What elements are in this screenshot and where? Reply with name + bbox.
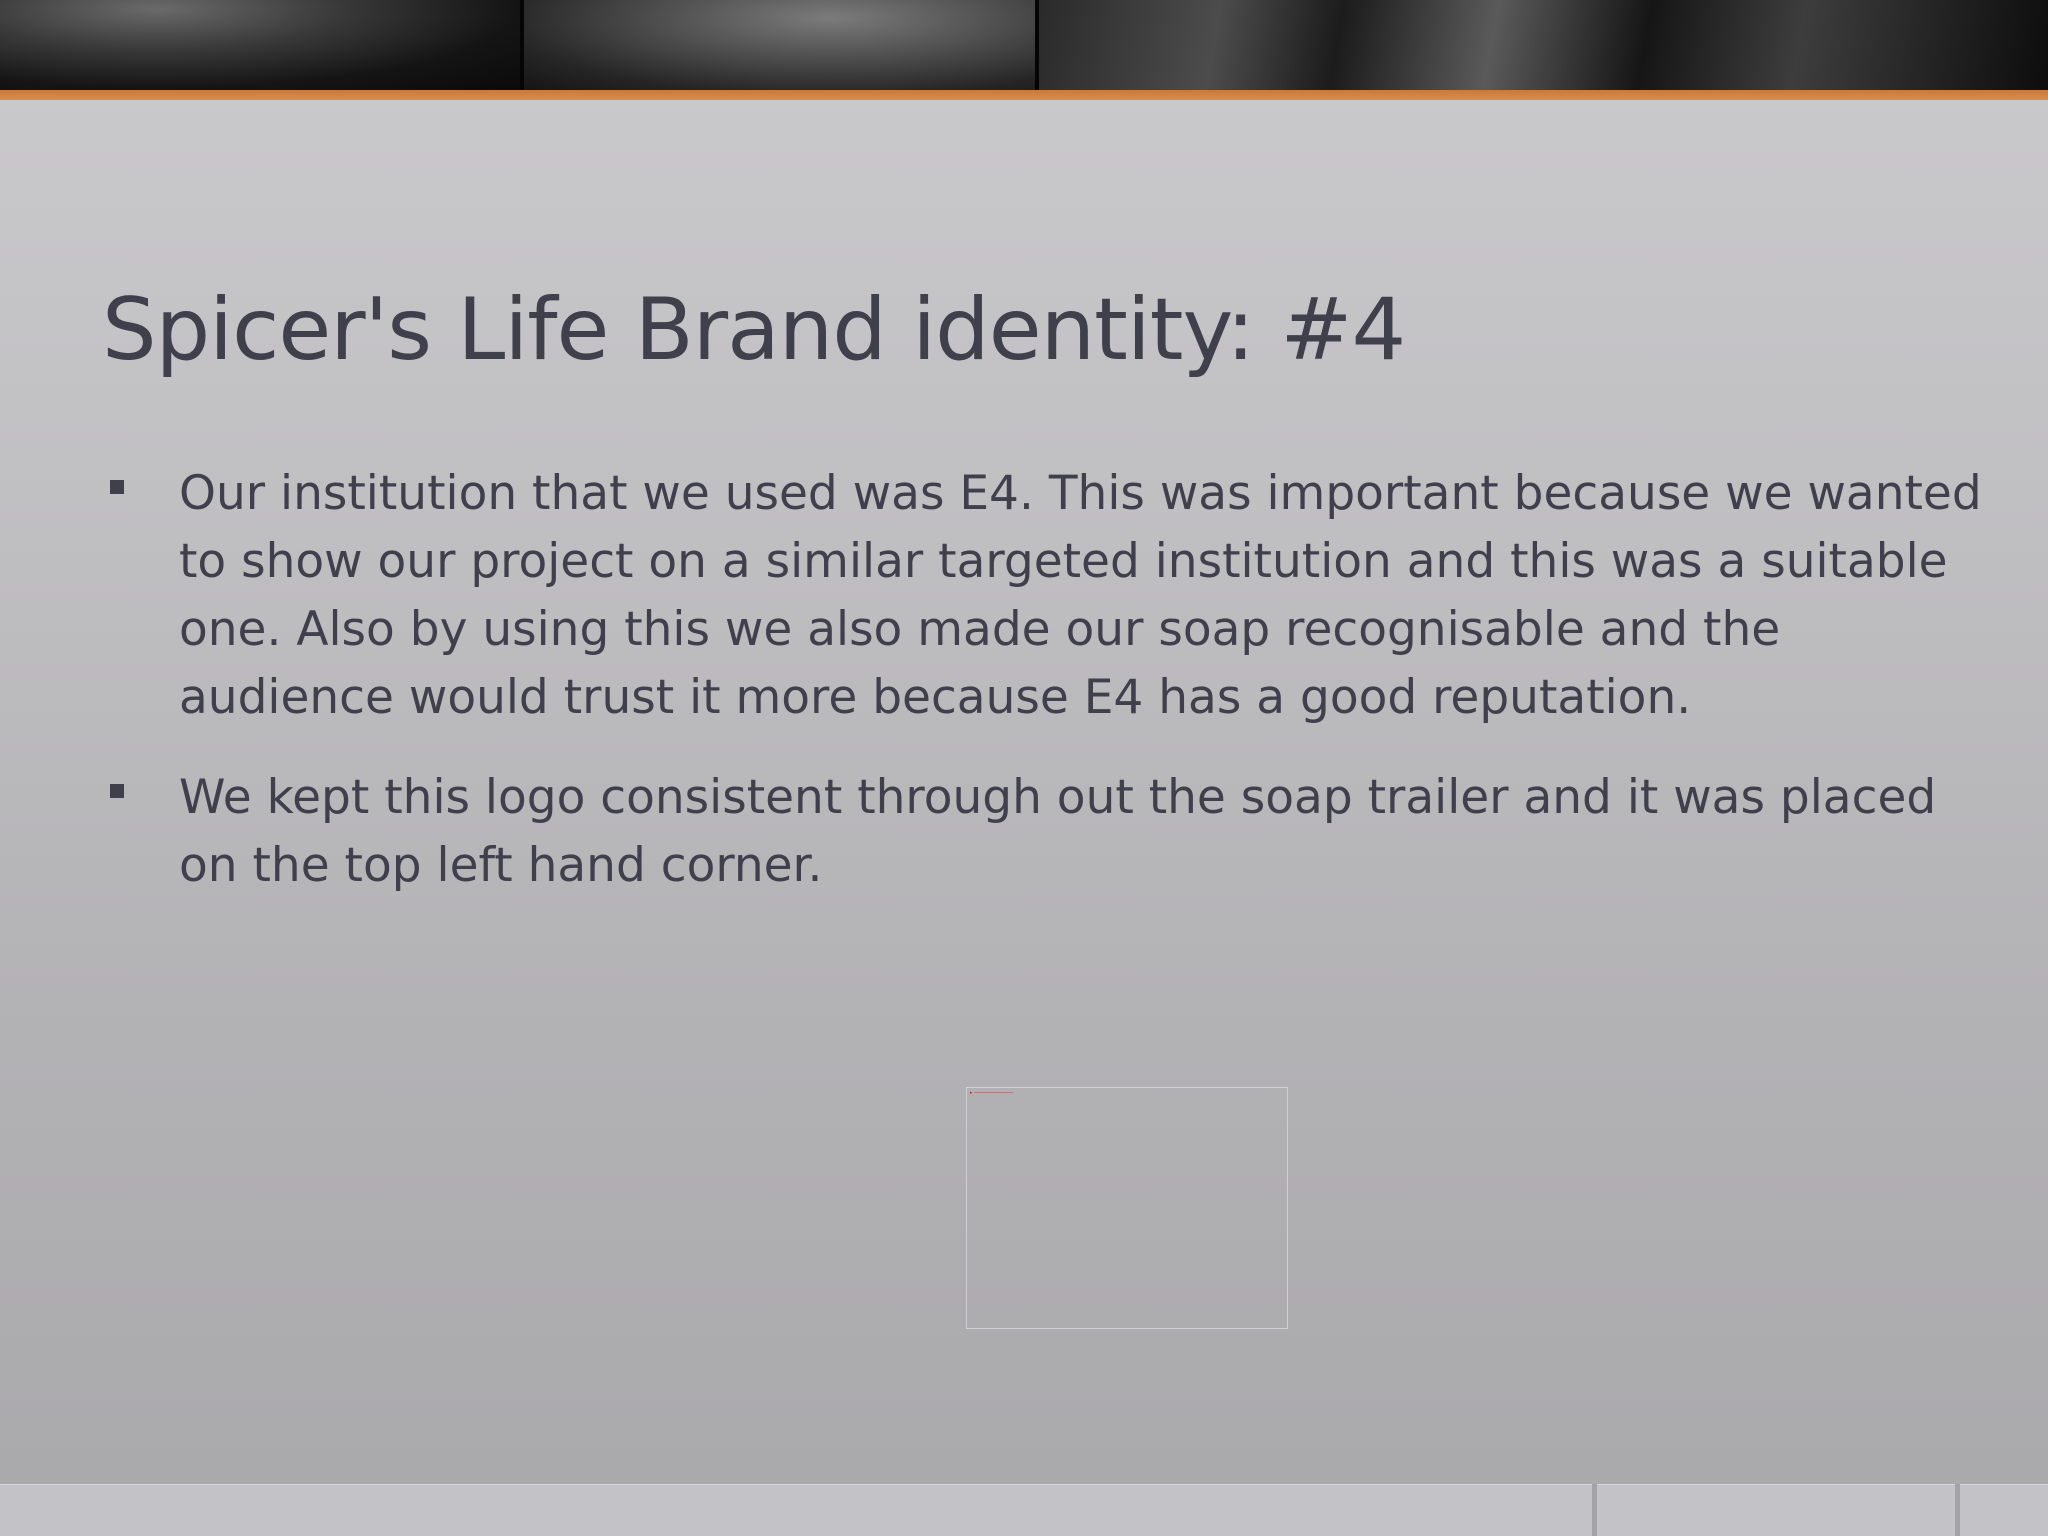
bullet-item: Our institution that we used was E4. Thi… [102,460,1982,732]
footer-divider [1592,1484,1597,1536]
slide-title: Spicer's Life Brand identity: #4 [102,280,1406,380]
broken-media-link-icon: ▸ ───────────── [970,1090,1014,1096]
banner-photo-spokes [1037,0,2048,90]
footer-divider [1955,1484,1960,1536]
square-bullet-icon [110,480,124,494]
banner-photo-tire [522,0,1037,90]
bullet-list: Our institution that we used was E4. Thi… [102,460,1982,932]
footer-strip [0,1484,2048,1536]
slide: Spicer's Life Brand identity: #4 Our ins… [0,0,2048,1536]
bullet-text: We kept this logo consistent through out… [179,770,1937,893]
embedded-media-placeholder[interactable]: ▸ ───────────── [966,1087,1288,1329]
square-bullet-icon [110,784,124,798]
banner-separator [520,0,524,90]
bullet-item: We kept this logo consistent through out… [102,764,1982,900]
accent-rule [0,90,2048,100]
header-photo-banner [0,0,2048,90]
banner-separator [1035,0,1039,90]
banner-photo-wheel [0,0,522,90]
bullet-text: Our institution that we used was E4. Thi… [179,466,1982,725]
